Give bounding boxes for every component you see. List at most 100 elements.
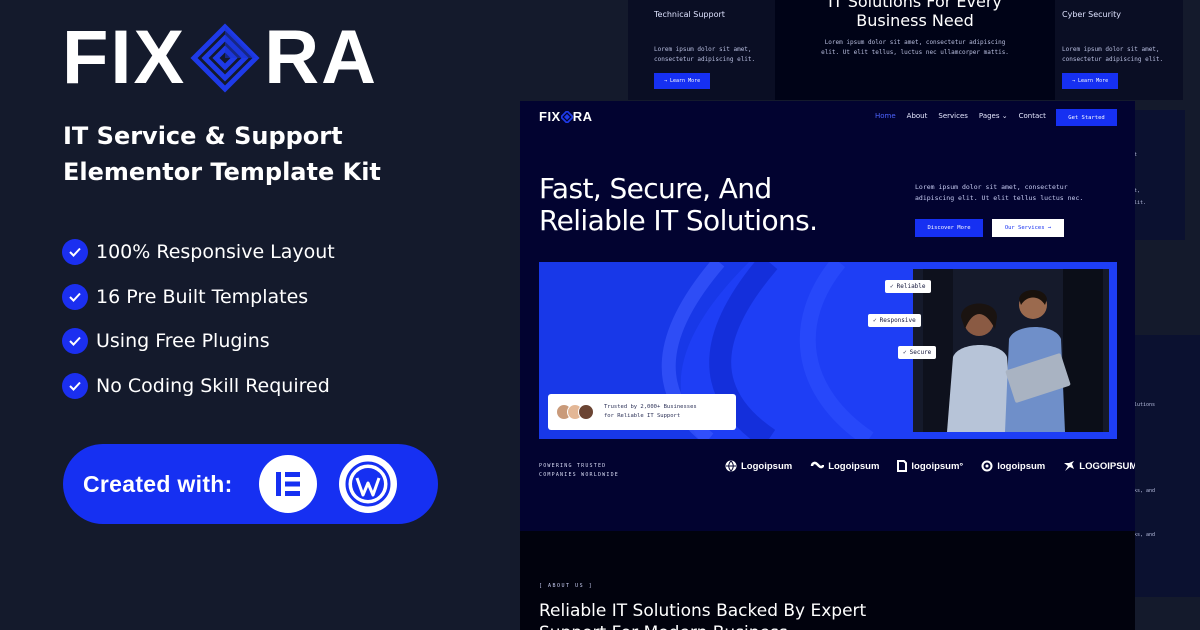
globe-icon [725, 460, 737, 472]
back-mockup-side: lutions ks, and ks, and [1130, 335, 1200, 597]
nav-link-pages[interactable]: Pages ⌄ [979, 112, 1008, 120]
feature-label: No Coding Skill Required [96, 374, 330, 397]
feature-label: 16 Pre Built Templates [96, 285, 309, 308]
desc-line: consectetur adipiscing elit. [1062, 56, 1164, 63]
bracket-icon [897, 460, 908, 472]
reliable-tag: ✓ Reliable [885, 280, 931, 293]
bird-icon [1064, 461, 1075, 471]
wordpress-icon [338, 455, 397, 513]
layered-diamond-icon [190, 23, 260, 93]
logo-text: logoipsum° [911, 460, 964, 472]
trusted-badge: Trusted by 2,000+ Businesses for Reliabl… [548, 394, 736, 430]
section-desc: Lorem ipsum dolor sit amet, consectetur … [775, 38, 1055, 58]
hero-heading: Fast, Secure, And Reliable IT Solutions. [539, 173, 899, 237]
heading-line: Reliable IT Solutions Backed By Expert [539, 601, 867, 621]
promo-subtitle: IT Service & Support Elementor Template … [63, 118, 381, 190]
logo-text: LOGOIPSUM [1079, 460, 1135, 472]
learn-more-button[interactable]: → Learn More [654, 73, 711, 89]
heading-line: Support For Modern Business [539, 622, 919, 630]
feature-list: 100% Responsive Layout 16 Pre Built Temp… [62, 230, 335, 408]
logo-text: logoipsum [997, 460, 1046, 472]
feature-label: Using Free Plugins [96, 330, 270, 353]
link-icon [810, 461, 825, 469]
powering-line: COMPANIES WORLDWIDE [539, 472, 619, 478]
feature-label: 100% Responsive Layout [96, 241, 335, 264]
brand-logo: FIX RA [62, 20, 378, 96]
text-fragment: ks, and [1134, 488, 1156, 494]
service-desc: Lorem ipsum dolor sit amet, consectetur … [654, 45, 774, 65]
desc-line: Lorem ipsum dolor sit amet, consectetur … [824, 39, 1006, 46]
feature-item: 100% Responsive Layout [62, 230, 335, 275]
trusted-text: Trusted by 2,000+ Businesses for Reliabl… [604, 403, 697, 421]
partner-logo: Logoipsum [725, 460, 792, 472]
heading-line: Fast, Secure, And [539, 172, 772, 205]
powering-line: POWERING TRUSTED [539, 463, 607, 469]
hero-banner: ✓ Reliable ✓ Responsive ✓ Secure Trusted by… [539, 262, 1117, 439]
discover-more-button[interactable]: Discover More [915, 219, 983, 237]
desc-line: Lorem ipsum dolor sit amet, [654, 46, 752, 53]
check-icon [62, 239, 88, 266]
responsive-tag: ✓ Responsive [868, 314, 921, 327]
section-heading: IT Solutions For Every Business Need [775, 0, 1055, 30]
partner-logo: Logoipsum [810, 460, 879, 472]
back-mockup-heading: IT Solutions For Every Business Need Lor… [775, 0, 1055, 100]
nav-link-contact[interactable]: Contact [1019, 112, 1046, 120]
our-services-button[interactable]: Our Services → [992, 219, 1064, 237]
logo-text: Logoipsum [828, 460, 880, 472]
avatar [578, 404, 594, 420]
about-heading: Reliable IT Solutions Backed By Expert S… [539, 600, 919, 630]
nav-link-services[interactable]: Services [938, 112, 968, 120]
service-title: Cyber Security [1062, 10, 1122, 19]
trusted-line: for Reliable IT Support [604, 413, 681, 419]
powering-label: POWERING TRUSTED COMPANIES WORLDWIDE [539, 462, 619, 480]
secure-tag: ✓ Secure [898, 346, 937, 359]
it-technicians-image [913, 269, 1109, 432]
desc-line: Lorem ipsum dolor sit amet, consectetur [915, 183, 1068, 191]
feature-item: Using Free Plugins [62, 319, 335, 364]
heading-line: Business Need [856, 11, 974, 30]
team-photo [913, 269, 1109, 432]
partner-logo: logoipsum° [897, 460, 963, 472]
subtitle-line: Elementor Template Kit [63, 158, 381, 186]
check-icon [62, 372, 88, 399]
avatar-group [556, 404, 594, 420]
about-section: [ ABOUT US ] Reliable IT Solutions Backe… [520, 531, 1135, 630]
text-fragment: lutions [1134, 402, 1156, 408]
elementor-icon [258, 455, 317, 513]
service-card: Cyber Security Lorem ipsum dolor sit ame… [1052, 0, 1182, 100]
brand-suffix: RA [572, 109, 593, 124]
logo-text: Logoipsum [741, 460, 793, 472]
ring-icon [981, 460, 993, 472]
nav-link-about[interactable]: About [907, 112, 928, 120]
brand-suffix: RA [264, 15, 379, 100]
feature-item: 16 Pre Built Templates [62, 275, 335, 320]
check-icon: ✓ [903, 349, 907, 356]
nav-brand[interactable]: FIX RA [539, 109, 593, 124]
check-icon: ✓ [873, 317, 877, 324]
trusted-line: Trusted by 2,000+ Businesses [604, 404, 697, 410]
front-mockup-homepage: FIX RA Home About Services Pages ⌄ Conta… [520, 101, 1135, 630]
about-kicker: [ ABOUT US ] [539, 583, 594, 589]
service-desc: Lorem ipsum dolor sit amet, consectetur … [1062, 45, 1172, 65]
partner-logo: LOGOIPSUM [1063, 460, 1135, 472]
service-title: Technical Support [654, 10, 725, 19]
check-icon [62, 328, 88, 355]
desc-line: adipiscing elit. Ut elit tellus luctus n… [915, 194, 1084, 202]
subtitle-line: IT Service & Support [63, 122, 343, 150]
learn-more-button[interactable]: → Learn More [1062, 73, 1119, 89]
feature-item: No Coding Skill Required [62, 364, 335, 409]
text-fragment: lit. [1134, 200, 1147, 206]
desc-line: consectetur adipiscing elit. [654, 56, 756, 63]
desc-line: elit. Ut elit tellus, luctus nec ullamco… [821, 49, 1009, 56]
heading-line: Reliable IT Solutions. [539, 204, 818, 237]
back-mockup-side: t t, lit. [1130, 110, 1185, 240]
tag-label: Responsive [879, 317, 916, 324]
nav-link-label: Pages [978, 112, 1000, 120]
created-with-pill: Created with: [63, 444, 438, 524]
desc-line: Lorem ipsum dolor sit amet, [1062, 46, 1160, 53]
created-with-label: Created with: [83, 470, 233, 497]
brand-prefix: FIX [62, 15, 187, 100]
nav-links: Home About Services Pages ⌄ Contact [875, 112, 1046, 120]
nav-link-home[interactable]: Home [875, 112, 896, 120]
get-started-button[interactable]: Get Started [1056, 109, 1117, 126]
